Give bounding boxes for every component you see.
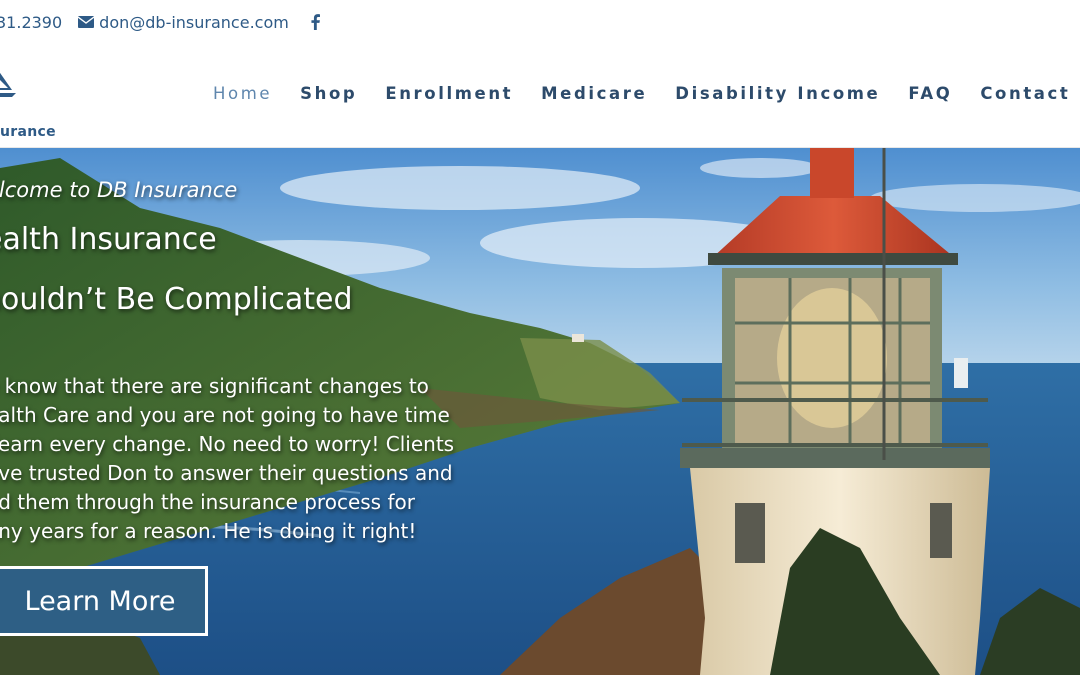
nav-contact[interactable]: Contact [980, 84, 1070, 103]
email-link[interactable]: don@db-insurance.com [78, 13, 289, 32]
hero-body-line: e know that there are significant change… [0, 374, 429, 398]
sailboat-logo-icon [0, 72, 16, 97]
nav-disability-income[interactable]: Disability Income [675, 84, 880, 103]
hero-body-line: ave trusted Don to answer their question… [0, 461, 453, 485]
hero-headline-line2: houldn’t Be Complicated [0, 282, 353, 317]
main-navigation: Home Shop Enrollment Medicare Disability… [213, 84, 1070, 103]
nav-medicare[interactable]: Medicare [541, 84, 647, 103]
hero-welcome: elcome to DB Insurance [0, 178, 238, 202]
hero-body-line: any years for a reason. He is doing it r… [0, 519, 417, 543]
site-logo[interactable]: urance [0, 66, 60, 140]
hero-section: elcome to DB Insurance ealth Insurance h… [0, 148, 1080, 675]
learn-more-button[interactable]: Learn More [0, 566, 208, 636]
hero-headline-line1: ealth Insurance [0, 222, 217, 257]
hero-body-line: ealth Care and you are not going to have… [0, 403, 450, 427]
nav-faq[interactable]: FAQ [908, 84, 952, 103]
nav-enrollment[interactable]: Enrollment [385, 84, 513, 103]
nav-home[interactable]: Home [213, 84, 272, 103]
facebook-icon[interactable] [309, 14, 321, 30]
site-header: urance Home Shop Enrollment Medicare Dis… [0, 44, 1080, 148]
hero-body-line: learn every change. No need to worry! Cl… [0, 432, 455, 456]
email-text: don@db-insurance.com [99, 12, 289, 32]
top-contact-bar: 31.2390 don@db-insurance.com [0, 0, 1080, 44]
phone-number[interactable]: 31.2390 [0, 13, 62, 32]
nav-shop[interactable]: Shop [300, 84, 357, 103]
mail-icon [78, 16, 95, 28]
hero-body-text: e know that there are significant change… [0, 372, 526, 546]
logo-text: urance [0, 124, 56, 140]
hero-body-line: ad them through the insurance process fo… [0, 490, 415, 514]
